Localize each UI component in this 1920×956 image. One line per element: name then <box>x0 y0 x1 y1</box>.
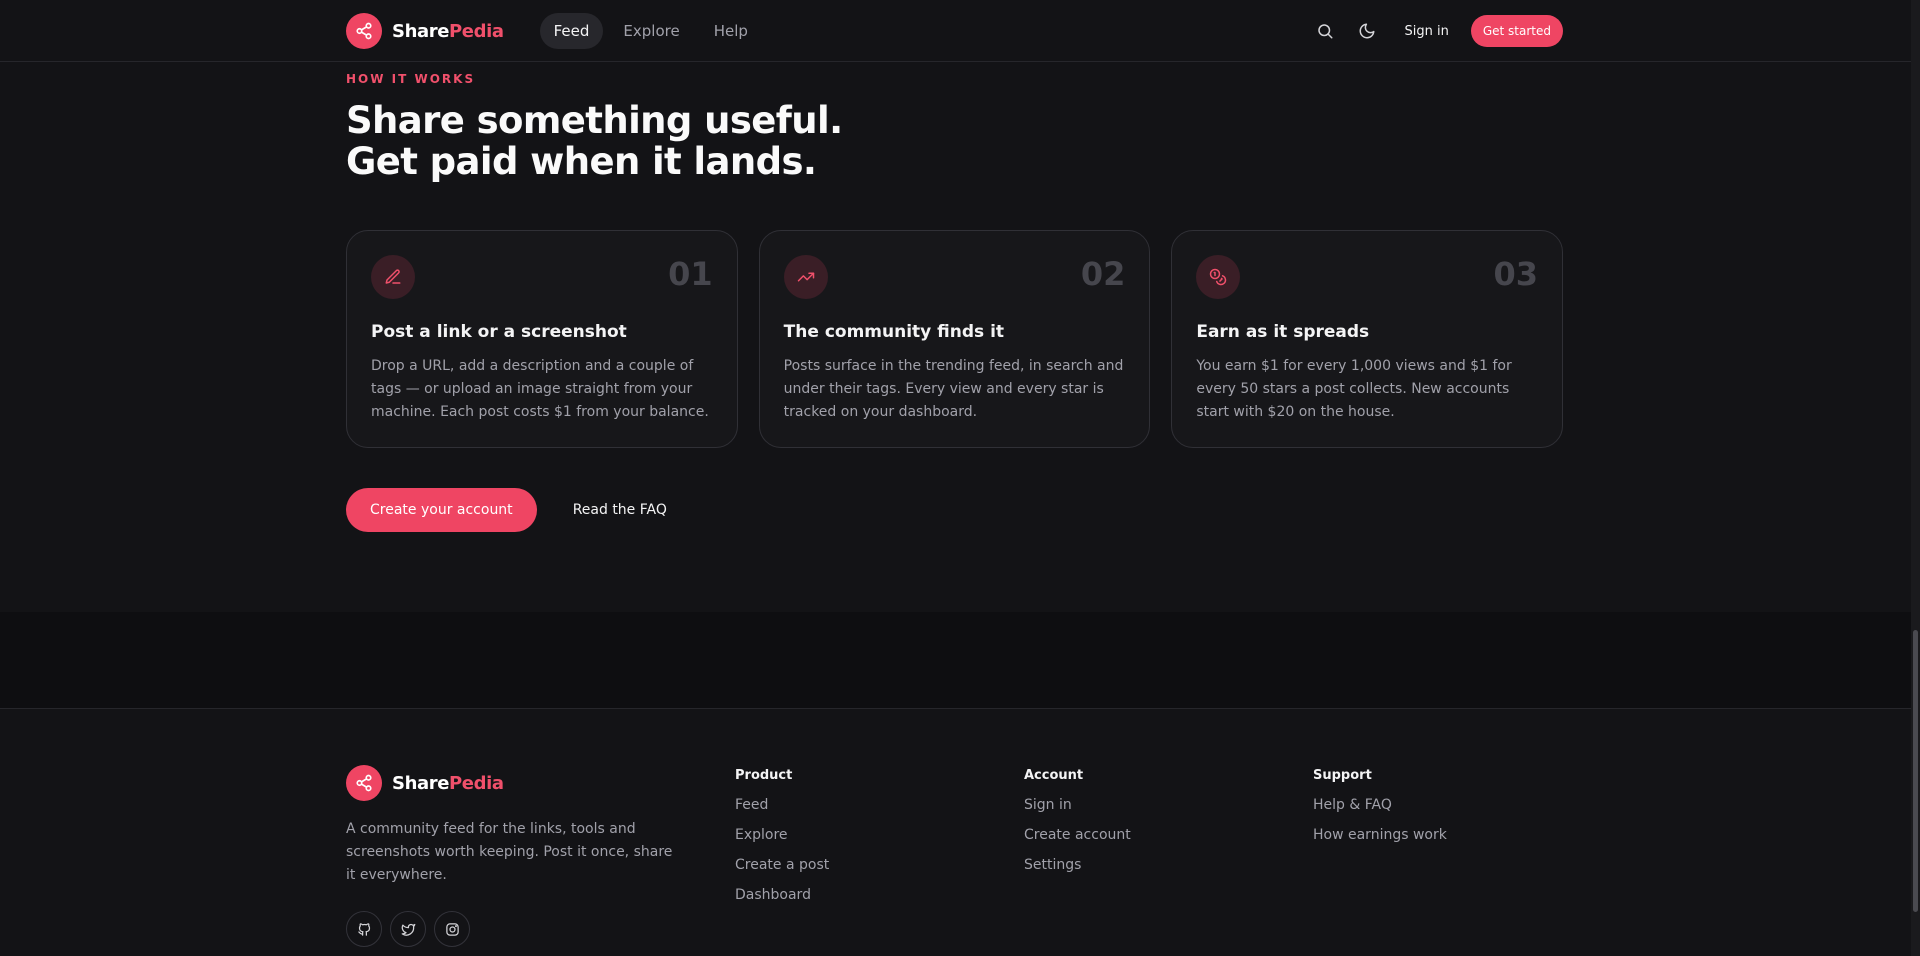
cta-row: Create your account Read the FAQ <box>346 488 667 532</box>
share-icon <box>346 13 382 49</box>
nav-help[interactable]: Help <box>700 13 762 49</box>
step-card-3: 03 Earn as it spreads You earn $1 for ev… <box>1171 230 1564 448</box>
pencil-icon <box>371 255 415 299</box>
headline-line-1: Share something useful. <box>346 99 843 142</box>
scrollbar-thumb[interactable] <box>1913 630 1918 912</box>
step-number: 01 <box>668 255 713 293</box>
page-scrollbar[interactable] <box>1911 0 1920 956</box>
read-faq-link[interactable]: Read the FAQ <box>573 502 667 518</box>
brand-name: SharePedia <box>392 21 504 42</box>
get-started-button[interactable]: Get started <box>1470 15 1563 47</box>
step-number: 02 <box>1080 255 1126 293</box>
footer-column-title: Support <box>1313 768 1372 783</box>
footer-link-settings[interactable]: Settings <box>1024 857 1131 873</box>
footer-description: A community feed for the links, tools an… <box>346 821 673 883</box>
headline-line-2: Get paid when it lands. <box>346 140 817 183</box>
brand-name: SharePedia <box>392 773 504 794</box>
main-nav: Feed Explore Help <box>539 13 762 49</box>
footer-link-help-faq[interactable]: Help & FAQ <box>1313 797 1447 813</box>
site-header: SharePedia Feed Explore Help Sign in Get… <box>0 0 1911 62</box>
site-footer: SharePedia A community feed for the link… <box>0 708 1911 956</box>
brand-name-first: Share <box>392 20 450 42</box>
header-inner: SharePedia Feed Explore Help Sign in Get… <box>346 0 1563 62</box>
step-description: You earn $1 for every 1,000 views and $1… <box>1196 358 1512 420</box>
step-card-2: 02 The community finds it Posts surface … <box>758 230 1151 448</box>
step-number: 03 <box>1493 255 1539 293</box>
step-card-1: 01 Post a link or a screenshot Drop a UR… <box>346 230 738 448</box>
steps-cards: 01 Post a link or a screenshot Drop a UR… <box>346 230 1564 448</box>
twitter-icon[interactable] <box>390 911 426 947</box>
footer-link-dashboard[interactable]: Dashboard <box>735 887 829 903</box>
moon-icon[interactable] <box>1349 13 1385 49</box>
step-title: Post a link or a screenshot <box>371 322 627 342</box>
header-logo[interactable]: SharePedia <box>346 13 504 49</box>
search-icon[interactable] <box>1307 13 1343 49</box>
footer-link-sign-in[interactable]: Sign in <box>1024 797 1131 813</box>
step-title: The community finds it <box>783 322 1005 342</box>
brand-name-second: Pedia <box>449 772 504 794</box>
section-divider-band <box>0 612 1911 708</box>
step-description: Drop a URL, add a description and a coup… <box>371 358 709 420</box>
share-icon <box>346 765 382 801</box>
footer-column-product: Product Feed Explore Create a post Dashb… <box>735 768 829 917</box>
brand-name-second: Pedia <box>449 20 504 42</box>
github-icon[interactable] <box>346 911 382 947</box>
social-links <box>346 911 470 947</box>
create-account-button[interactable]: Create your account <box>346 488 537 532</box>
section-eyebrow: HOW IT WORKS <box>346 72 476 86</box>
trending-up-icon <box>783 255 828 299</box>
footer-column-account: Account Sign in Create account Settings <box>1024 768 1131 887</box>
how-it-works-section: HOW IT WORKS Share something useful. Get… <box>0 62 1911 612</box>
step-description: Posts surface in the trending feed, in s… <box>783 358 1124 420</box>
footer-link-explore[interactable]: Explore <box>735 827 829 843</box>
nav-feed[interactable]: Feed <box>539 13 604 49</box>
header-actions: Sign in Get started <box>1307 13 1563 49</box>
brand-name-first: Share <box>392 772 450 794</box>
footer-link-feed[interactable]: Feed <box>735 797 829 813</box>
instagram-icon[interactable] <box>434 911 470 947</box>
footer-column-title: Product <box>735 768 793 783</box>
step-title: Earn as it spreads <box>1196 322 1370 342</box>
footer-link-earnings[interactable]: How earnings work <box>1313 827 1447 843</box>
footer-column-support: Support Help & FAQ How earnings work <box>1313 768 1447 857</box>
footer-column-title: Account <box>1024 768 1084 783</box>
sign-in-link[interactable]: Sign in <box>1405 24 1449 39</box>
section-headline: Share something useful. Get paid when it… <box>346 100 843 182</box>
coins-icon <box>1196 255 1241 299</box>
footer-logo[interactable]: SharePedia <box>346 765 504 801</box>
footer-link-create-post[interactable]: Create a post <box>735 857 829 873</box>
nav-explore[interactable]: Explore <box>609 13 693 49</box>
footer-link-create-account[interactable]: Create account <box>1024 827 1131 843</box>
